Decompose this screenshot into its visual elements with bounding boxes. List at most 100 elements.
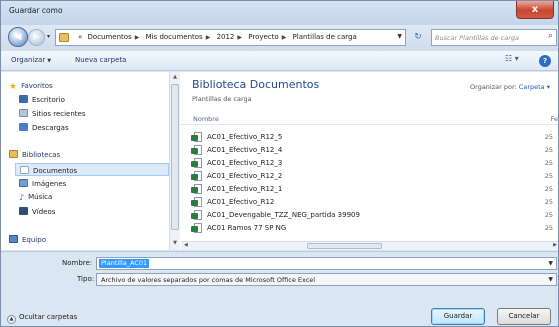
- hide-folders-toggle[interactable]: ▲ Ocultar carpetas: [7, 313, 77, 324]
- breadcrumb-path: « Documentos ▶ Mis documentos ▶ 2012 ▶ Proy…: [78, 33, 360, 41]
- arrange-label: Organizar por:: [470, 83, 517, 91]
- video-icon: [19, 207, 28, 215]
- excel-file-icon: [191, 223, 203, 233]
- chevron-right-icon[interactable]: ▶: [206, 34, 211, 41]
- scroll-up-icon[interactable]: ▲: [170, 74, 180, 80]
- breadcrumb-item[interactable]: Plantillas de carga: [293, 33, 357, 41]
- view-options-icon[interactable]: ☷ ▾: [505, 54, 519, 68]
- list-item[interactable]: AC01_Devengable_TZZ_NEG_partida 39909 25: [191, 210, 553, 222]
- history-dropdown-icon[interactable]: ▾: [47, 33, 50, 40]
- horizontal-scrollbar[interactable]: ◀ ▶: [181, 241, 558, 250]
- desktop-icon: [19, 95, 28, 103]
- excel-file-icon: [191, 171, 203, 181]
- type-label: Tipo:: [77, 275, 95, 283]
- chevron-down-icon[interactable]: ▾: [547, 83, 550, 91]
- file-name-field[interactable]: Plantilla_AC01 ▼: [96, 257, 557, 270]
- excel-file-icon: [191, 132, 203, 142]
- sidebar-item-documents[interactable]: Documentos: [15, 163, 169, 176]
- sidebar-section-favorites[interactable]: ★ Favoritos: [9, 82, 53, 92]
- file-type-value: Archivo de valores separados por comas d…: [101, 276, 316, 284]
- breadcrumb[interactable]: « Documentos ▶ Mis documentos ▶ 2012 ▶ Proy…: [55, 29, 406, 46]
- back-button[interactable]: ◀: [8, 27, 28, 47]
- scroll-left-icon[interactable]: ◀: [184, 242, 188, 248]
- chevron-right-icon[interactable]: ▶: [237, 34, 242, 41]
- column-header: Nombre Fe: [181, 112, 558, 125]
- navigation-pane: ★ Favoritos Escritorio Sitios recientes D…: [1, 72, 169, 250]
- organize-label: Organizar: [11, 56, 46, 64]
- list-item[interactable]: AC01_Efectivo_R12_3 25: [191, 158, 553, 170]
- list-item[interactable]: AC01 Ramos 77 SP NG 25: [191, 223, 553, 233]
- file-name-value[interactable]: Plantilla_AC01: [99, 259, 150, 268]
- scrollbar-thumb[interactable]: [307, 243, 382, 249]
- name-label: Nombre:: [62, 259, 93, 267]
- sidebar-item-pictures[interactable]: Imágenes: [19, 179, 66, 188]
- list-item[interactable]: AC01_Efectivo_R12_1 25: [191, 184, 553, 196]
- library-subtitle: Plantillas de carga: [192, 95, 252, 103]
- pictures-icon: [19, 179, 28, 187]
- sidebar-section-libraries[interactable]: Bibliotecas: [9, 150, 60, 159]
- save-as-dialog: Guardar como x ◀ ▶ ▾ « Documentos ▶ Mis d…: [0, 0, 559, 327]
- chevron-down-icon: ▼: [47, 58, 52, 64]
- sidebar-item-downloads[interactable]: Descargas: [19, 123, 69, 132]
- address-bar: ◀ ▶ ▾ « Documentos ▶ Mis documentos ▶ 2012…: [1, 25, 558, 51]
- library-title: Biblioteca Documentos: [192, 78, 320, 91]
- chevron-up-icon: ▲: [7, 315, 16, 324]
- excel-file-icon: [191, 184, 203, 194]
- breadcrumb-item[interactable]: 2012: [217, 33, 235, 41]
- chevron-down-icon[interactable]: ▼: [548, 276, 553, 283]
- sidebar-item-music[interactable]: ♪ Música: [19, 193, 52, 202]
- browser-pane: ★ Favoritos Escritorio Sitios recientes D…: [1, 72, 558, 250]
- cancel-button[interactable]: Cancelar: [497, 308, 551, 325]
- music-icon: ♪: [19, 193, 25, 202]
- sidebar-section-computer[interactable]: Equipo: [9, 235, 46, 244]
- breadcrumb-item[interactable]: Mis documentos: [146, 33, 203, 41]
- close-button[interactable]: x: [516, 1, 554, 19]
- save-form: Nombre: Plantilla_AC01 ▼ Tipo: Archivo d…: [1, 251, 558, 326]
- title-bar: Guardar como x: [1, 1, 558, 25]
- command-bar: Organizar ▼ Nueva carpeta ☷ ▾ ?: [1, 51, 558, 71]
- refresh-button[interactable]: ↻: [408, 29, 428, 46]
- save-button[interactable]: Guardar: [431, 308, 485, 325]
- search-input[interactable]: [435, 32, 540, 44]
- organize-menu[interactable]: Organizar ▼: [11, 56, 51, 64]
- star-icon: ★: [9, 82, 18, 92]
- search-box[interactable]: ⌕: [431, 29, 557, 46]
- chevron-right-icon[interactable]: ▶: [282, 34, 287, 41]
- arrange-by[interactable]: Organizar por: Carpeta ▾: [470, 83, 550, 91]
- folder-icon: [59, 33, 69, 42]
- arrange-value[interactable]: Carpeta: [519, 83, 545, 91]
- library-icon: [9, 150, 18, 158]
- list-item[interactable]: AC01_Efectivo_R12_5 25: [191, 132, 553, 144]
- computer-icon: [9, 235, 18, 243]
- breadcrumb-item[interactable]: Documentos: [88, 33, 132, 41]
- search-icon[interactable]: ⌕: [548, 31, 553, 41]
- excel-file-icon: [191, 210, 203, 220]
- new-folder-button[interactable]: Nueva carpeta: [75, 56, 126, 64]
- help-icon[interactable]: ?: [539, 55, 551, 67]
- list-item[interactable]: AC01_Efectivo_R12_2 25: [191, 171, 553, 183]
- excel-file-icon: [191, 158, 203, 168]
- document-icon: [20, 166, 29, 174]
- sidebar-item-recent-places[interactable]: Sitios recientes: [19, 109, 86, 118]
- forward-button[interactable]: ▶: [28, 29, 45, 46]
- chevron-right-icon[interactable]: ▶: [135, 34, 140, 41]
- breadcrumb-item[interactable]: Proyecto: [248, 33, 278, 41]
- file-list-pane: Biblioteca Documentos Plantillas de carg…: [181, 72, 558, 250]
- scroll-down-icon[interactable]: ▼: [170, 240, 180, 246]
- recent-places-icon: [19, 109, 28, 117]
- column-name[interactable]: Nombre: [193, 115, 219, 123]
- scrollbar-thumb[interactable]: [171, 84, 179, 230]
- column-date[interactable]: Fe: [551, 115, 558, 123]
- chevron-down-icon[interactable]: ▼: [397, 33, 402, 40]
- breadcrumb-overflow[interactable]: «: [78, 33, 82, 41]
- sidebar-item-videos[interactable]: Vídeos: [19, 207, 55, 216]
- list-item[interactable]: AC01_Efectivo_R12 25: [191, 197, 553, 209]
- sidebar-item-escritorio[interactable]: Escritorio: [19, 95, 65, 104]
- window-title: Guardar como: [9, 6, 63, 15]
- file-type-select[interactable]: Archivo de valores separados por comas d…: [96, 273, 557, 286]
- chevron-down-icon[interactable]: ▼: [548, 260, 553, 267]
- list-item[interactable]: AC01_Efectivo_R12_4 25: [191, 145, 553, 157]
- sidebar-scrollbar[interactable]: ▲ ▼: [169, 72, 180, 250]
- excel-file-icon: [191, 145, 203, 155]
- scroll-right-icon[interactable]: ▶: [553, 242, 557, 248]
